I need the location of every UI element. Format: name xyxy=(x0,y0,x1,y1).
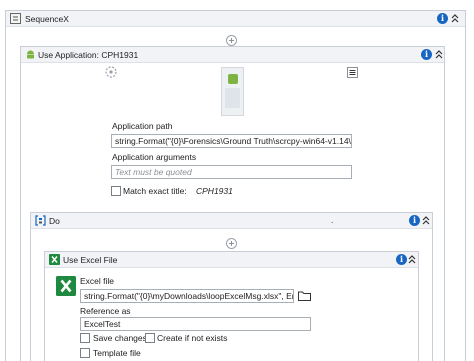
create-if-not-exists-label: Create if not exists xyxy=(157,333,228,343)
use-excel-file-header[interactable]: Use Excel File i xyxy=(45,252,418,268)
do-dot: . xyxy=(331,215,334,225)
create-if-not-exists-checkbox[interactable] xyxy=(145,333,155,343)
sequence-header[interactable]: SequenceX i xyxy=(6,11,465,27)
do-title: Do xyxy=(49,216,60,226)
add-activity-plus-icon[interactable] xyxy=(226,238,237,249)
collapse-icon[interactable] xyxy=(407,253,417,266)
collapse-icon[interactable] xyxy=(450,12,460,25)
application-path-field[interactable]: string.Format("{0}\Forensics\Ground Trut… xyxy=(111,134,352,148)
sequence-title: SequenceX xyxy=(25,14,69,24)
application-arguments-field[interactable]: Text must be quoted xyxy=(111,165,352,179)
use-application-header[interactable]: Use Application: CPH1931 i xyxy=(21,47,444,63)
match-exact-title-value: CPH1931 xyxy=(196,186,233,196)
application-path-label: Application path xyxy=(112,121,173,131)
info-icon[interactable]: i xyxy=(409,215,420,226)
do-header[interactable]: Do . i xyxy=(31,213,432,229)
add-activity-plus-icon[interactable] xyxy=(226,35,237,46)
excel-file-large-icon xyxy=(56,276,76,296)
reference-as-field[interactable]: ExcelTest xyxy=(80,317,311,331)
match-exact-title-checkbox[interactable] xyxy=(111,186,121,196)
match-exact-title-label: Match exact title: xyxy=(123,186,187,196)
application-screenshot-thumbnail[interactable] xyxy=(221,67,244,116)
save-changes-checkbox[interactable] xyxy=(80,333,90,343)
template-file-checkbox[interactable] xyxy=(80,348,90,358)
hamburger-menu-icon[interactable] xyxy=(347,67,358,78)
template-file-label: Template file xyxy=(93,348,141,358)
info-icon[interactable]: i xyxy=(437,13,448,24)
save-changes-label: Save changes xyxy=(93,333,147,343)
use-excel-file-title: Use Excel File xyxy=(63,255,118,265)
collapse-icon[interactable] xyxy=(434,48,444,61)
thumbnail-app-icon xyxy=(228,74,238,84)
reference-as-label: Reference as xyxy=(80,306,131,316)
sequence-icon xyxy=(10,13,21,24)
collapse-icon[interactable] xyxy=(421,214,431,227)
application-arguments-label: Application arguments xyxy=(112,152,197,162)
android-icon xyxy=(27,50,34,59)
info-icon[interactable]: i xyxy=(421,49,432,60)
do-sequence-icon xyxy=(35,215,46,226)
folder-icon[interactable] xyxy=(297,289,312,302)
target-icon[interactable] xyxy=(104,65,118,79)
excel-file-label: Excel file xyxy=(80,276,115,286)
use-application-title: Use Application: CPH1931 xyxy=(38,50,139,60)
thumbnail-screen-content xyxy=(225,88,240,108)
excel-icon xyxy=(49,254,60,265)
info-icon[interactable]: i xyxy=(396,254,407,265)
excel-file-field[interactable]: string.Format("{0}\myDownloads\loopExcel… xyxy=(80,289,294,303)
